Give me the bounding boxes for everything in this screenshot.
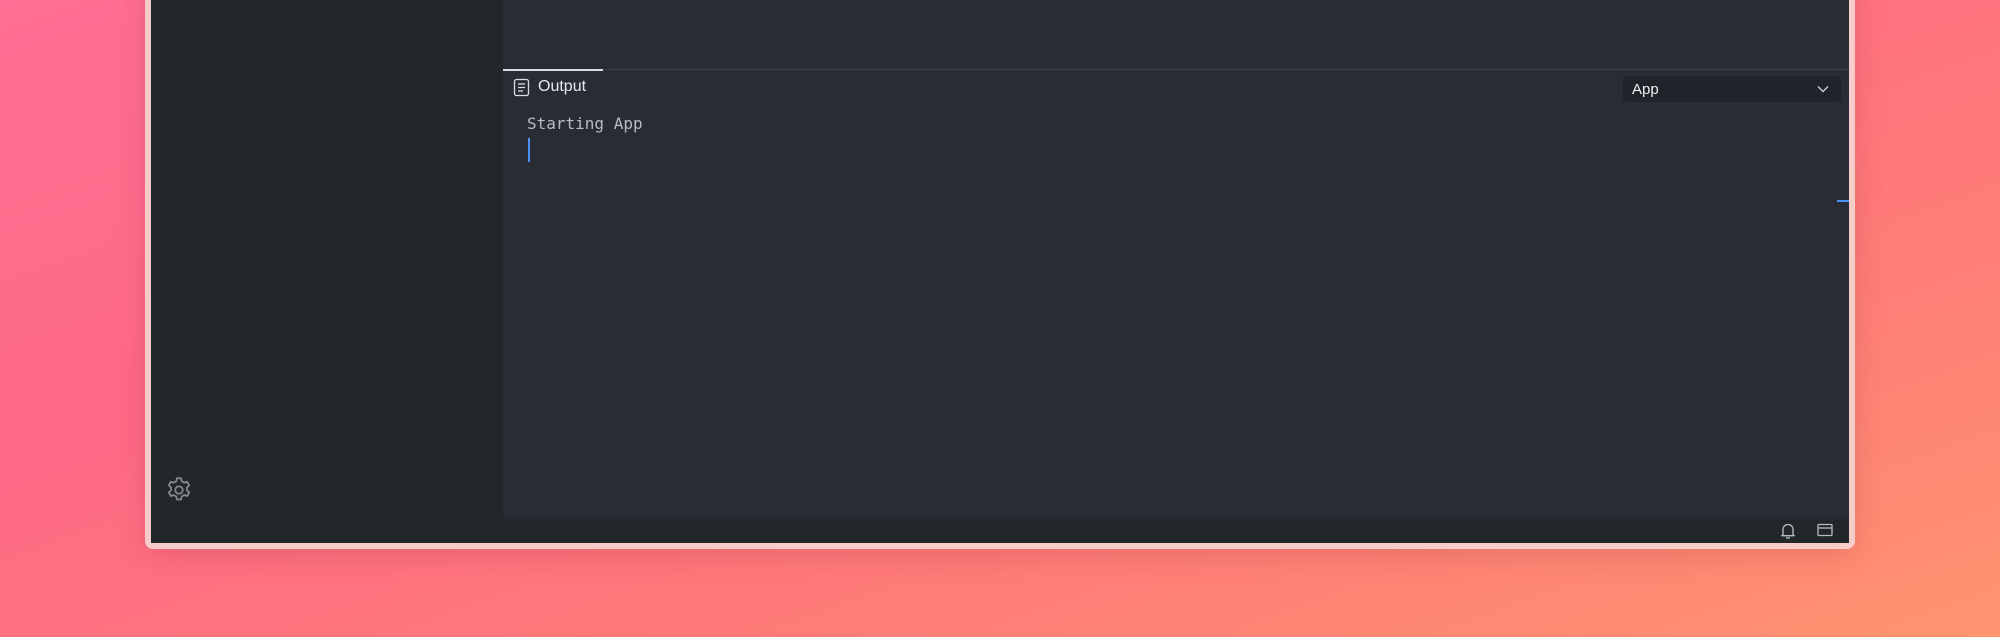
tab-output-label: Output	[538, 78, 587, 95]
sidebar	[151, 0, 503, 517]
main-area: Output App Starting App	[503, 0, 1849, 518]
chevron-down-icon	[1817, 85, 1829, 93]
app-window: Output App Starting App	[151, 0, 1849, 543]
text-cursor	[528, 138, 530, 162]
status-bar	[151, 517, 1849, 543]
clipboard-list-icon	[513, 78, 530, 97]
settings-button[interactable]	[163, 474, 195, 506]
output-panel: Output App Starting App	[503, 69, 1849, 518]
tab-output[interactable]: Output	[503, 69, 603, 103]
output-content[interactable]: Starting App	[527, 112, 1819, 518]
editor-area[interactable]	[503, 0, 1849, 69]
panel-layout-icon	[1817, 523, 1833, 537]
output-channel-value: App	[1632, 80, 1659, 98]
toggle-panel-button[interactable]	[1816, 521, 1834, 539]
notifications-button[interactable]	[1779, 521, 1797, 539]
gear-icon	[164, 475, 194, 505]
scrollbar-marker[interactable]	[1837, 200, 1849, 202]
output-channel-select[interactable]: App	[1623, 76, 1841, 102]
output-line: Starting App	[527, 114, 643, 133]
bell-icon	[1780, 522, 1796, 539]
